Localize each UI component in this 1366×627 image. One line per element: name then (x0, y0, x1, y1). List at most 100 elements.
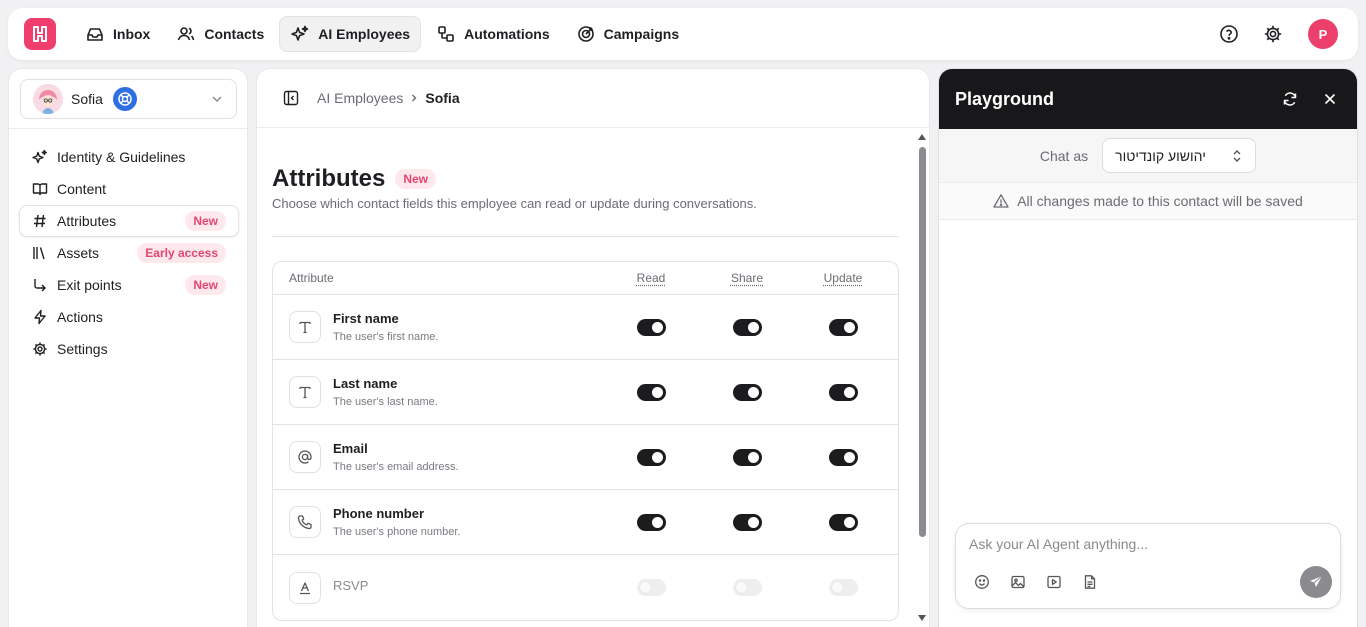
emoji-icon[interactable] (974, 574, 992, 592)
table-row: Phone number The user's phone number. (273, 490, 898, 555)
table-row: Email The user's email address. (273, 425, 898, 490)
column-header-read[interactable]: Read (603, 271, 699, 285)
gear-icon[interactable] (1258, 19, 1288, 49)
employee-name: Sofia (71, 91, 103, 107)
save-notice: All changes made to this contact will be… (939, 183, 1357, 220)
employee-sidebar: Sofia Identity & Guidelines Content Attr… (8, 68, 248, 627)
attribute-name: Email (333, 441, 368, 456)
column-header-share[interactable]: Share (699, 271, 795, 285)
table-row: RSVP (273, 555, 898, 620)
read-toggle[interactable] (636, 383, 666, 401)
library-icon (32, 245, 48, 261)
text-icon (289, 376, 321, 408)
new-badge: New (185, 275, 226, 295)
scroll-up-icon (918, 134, 926, 140)
send-button[interactable] (1300, 566, 1332, 598)
attribute-description: The user's phone number. (333, 526, 461, 538)
chat-composer (955, 523, 1341, 609)
chat-as-label: Chat as (1039, 147, 1089, 164)
image-icon[interactable] (1010, 574, 1028, 592)
chat-input[interactable] (969, 536, 1329, 552)
phone-icon (289, 506, 321, 538)
chat-as-bar: Chat as יהושוע קונדיטור (939, 129, 1357, 183)
sidebar-item-label: Actions (57, 309, 103, 325)
sidebar-item-assets[interactable]: Assets Early access (19, 237, 239, 269)
sidebar-item-label: Attributes (57, 213, 117, 229)
app-logo[interactable] (24, 18, 56, 50)
read-toggle[interactable] (636, 318, 666, 336)
at-icon (289, 441, 321, 473)
row-text: First name The user's first name. (333, 311, 603, 343)
nav-label: Contacts (204, 26, 265, 42)
page-heading: Attributes (272, 165, 386, 192)
table-header: Attribute Read Share Update (273, 262, 898, 295)
column-header-attribute: Attribute (289, 271, 334, 285)
sparkle-icon (32, 149, 48, 165)
playground-header: Playground (939, 69, 1357, 129)
share-toggle[interactable] (732, 383, 762, 401)
read-toggle[interactable] (636, 579, 666, 596)
share-toggle[interactable] (732, 513, 762, 531)
chat-as-value: יהושוע קונדיטור (1115, 147, 1206, 164)
scroll-down-icon (918, 615, 926, 621)
sidebar-item-content[interactable]: Content (19, 173, 239, 205)
column-header-update[interactable]: Update (795, 271, 891, 285)
nav-inbox[interactable]: Inbox (74, 16, 161, 52)
scrollbar-thumb[interactable] (919, 147, 926, 537)
table-row: First name The user's first name. (273, 295, 898, 360)
update-toggle[interactable] (828, 579, 858, 596)
vertical-scrollbar[interactable] (917, 133, 927, 627)
share-toggle[interactable] (732, 448, 762, 466)
read-toggle[interactable] (636, 513, 666, 531)
table-row: Last name The user's last name. (273, 360, 898, 425)
new-badge: New (185, 211, 226, 231)
document-icon[interactable] (1082, 574, 1100, 592)
update-toggle[interactable] (828, 513, 858, 531)
nav-label: Inbox (113, 26, 151, 42)
warning-icon (993, 193, 1009, 209)
sidebar-item-settings[interactable]: Settings (19, 333, 239, 365)
nav-label: AI Employees (318, 26, 411, 42)
share-toggle[interactable] (732, 579, 762, 596)
user-avatar[interactable]: P (1308, 19, 1338, 49)
target-icon (576, 24, 596, 44)
chevron-updown-icon (1233, 149, 1241, 162)
main-panel: AI Employees Sofia Attributes New Choose… (256, 68, 930, 627)
bolt-icon (32, 309, 48, 325)
nav-campaigns[interactable]: Campaigns (565, 16, 690, 52)
sidebar-item-label: Exit points (57, 277, 122, 293)
row-text: Email The user's email address. (333, 441, 603, 473)
nav-contacts[interactable]: Contacts (165, 16, 275, 52)
attribute-name: RSVP (333, 577, 369, 593)
read-toggle[interactable] (636, 448, 666, 466)
close-icon[interactable] (1319, 88, 1341, 110)
refresh-icon[interactable] (1279, 88, 1301, 110)
update-toggle[interactable] (828, 448, 858, 466)
sidebar-item-label: Identity & Guidelines (57, 149, 186, 165)
attributes-table: Attribute Read Share Update First name T… (272, 261, 899, 621)
sidebar-item-attributes[interactable]: Attributes New (19, 205, 239, 237)
update-toggle[interactable] (828, 383, 858, 401)
book-icon (32, 181, 48, 197)
top-navbar: Inbox Contacts AI Employees Automations … (8, 8, 1358, 60)
nav-automations[interactable]: Automations (425, 16, 561, 52)
update-toggle[interactable] (828, 318, 858, 336)
inbox-icon (85, 24, 105, 44)
breadcrumb-parent[interactable]: AI Employees (317, 90, 403, 106)
video-icon[interactable] (1046, 574, 1064, 592)
employee-selector[interactable]: Sofia (20, 79, 237, 119)
send-icon (1310, 575, 1323, 587)
help-icon[interactable] (1214, 19, 1244, 49)
sidebar-item-exit-points[interactable]: Exit points New (19, 269, 239, 301)
share-toggle[interactable] (732, 318, 762, 336)
sidebar-toggle-icon[interactable] (283, 90, 299, 106)
breadcrumb: AI Employees Sofia (257, 69, 929, 128)
sidebar-item-actions[interactable]: Actions (19, 301, 239, 333)
nav-ai-employees[interactable]: AI Employees (279, 16, 422, 52)
sidebar-item-identity[interactable]: Identity & Guidelines (19, 141, 239, 173)
playground-panel: Playground Chat as יהושוע קונדיטור All c… (938, 68, 1358, 627)
chat-as-select[interactable]: יהושוע קונדיטור (1102, 138, 1257, 173)
row-text: RSVP (333, 578, 603, 598)
attribute-description: The user's email address. (333, 461, 459, 473)
new-badge: New (395, 169, 437, 189)
